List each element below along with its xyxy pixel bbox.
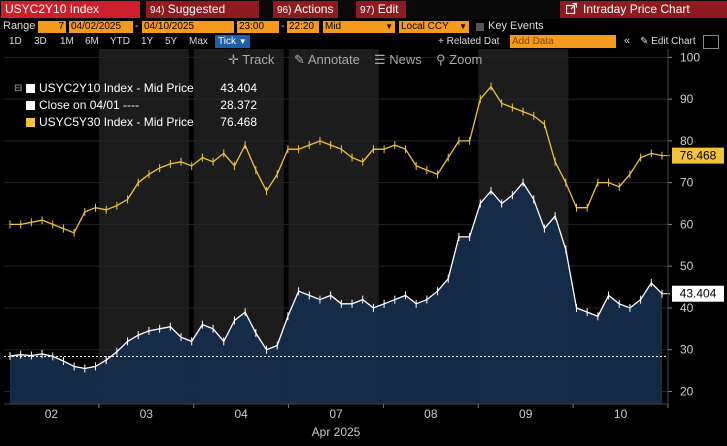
- x-tick-label: 02: [45, 407, 59, 421]
- end-date-field[interactable]: 04/10/2025: [142, 21, 234, 33]
- legend-series-name: Close on 04/01 ----: [39, 98, 140, 112]
- chart-legend[interactable]: ⊟ USYC2Y10 Index - Mid Price 43.404 Clos…: [14, 80, 257, 131]
- last-value-label: 43.404: [680, 287, 717, 301]
- y-tick-label: 60: [680, 217, 694, 231]
- x-tick-label: 04: [234, 407, 248, 421]
- range-label: Range: [3, 20, 36, 32]
- crosshair-icon: ✛: [228, 52, 239, 67]
- legend-series-value: 43.404: [220, 81, 257, 95]
- magnifier-icon: ⚲: [436, 52, 446, 67]
- maximize-icon[interactable]: [703, 35, 719, 49]
- pencil-icon: ✎: [640, 36, 649, 47]
- legend-series-name: USYC5Y30 Index - Mid Price: [39, 115, 194, 129]
- y-tick-label: 80: [680, 134, 694, 148]
- related-data-button[interactable]: + Related Dat: [438, 35, 499, 48]
- edit-chart-label: Edit Chart: [651, 36, 696, 47]
- edit-chart-button[interactable]: ✎ Edit Chart: [640, 35, 696, 48]
- y-tick-label: 70: [680, 176, 694, 190]
- period-3d[interactable]: 3D: [34, 35, 47, 48]
- window-title: Intraday Price Chart: [583, 2, 690, 16]
- x-tick-label: 03: [140, 407, 154, 421]
- key-events-checkbox[interactable]: [476, 23, 484, 31]
- price-type-value: Mid: [325, 21, 342, 32]
- legend-swatch: [26, 84, 35, 93]
- date-separator: -: [135, 20, 139, 32]
- track-label: Track: [242, 52, 275, 67]
- period-5y[interactable]: 5Y: [165, 35, 177, 48]
- y-tick-label: 90: [680, 92, 694, 106]
- actions-label: Actions: [294, 2, 334, 16]
- y-tick-label: 30: [680, 343, 694, 357]
- actions-number: 96): [277, 5, 292, 16]
- period-6m[interactable]: 6M: [85, 35, 99, 48]
- start-time-field[interactable]: 23:00: [237, 21, 279, 33]
- external-link-icon: [565, 2, 578, 15]
- x-tick-label: 09: [519, 407, 533, 421]
- legend-item[interactable]: ⊟ USYC2Y10 Index - Mid Price 43.404: [14, 80, 257, 97]
- legend-handle-icon: ⊟: [14, 83, 23, 94]
- currency-select[interactable]: Local CCY ▼: [399, 21, 469, 33]
- legend-swatch: [26, 118, 35, 127]
- currency-value: Local CCY: [401, 21, 449, 32]
- legend-series-value: 28.372: [220, 98, 257, 112]
- intraday-price-chart-title[interactable]: Intraday Price Chart: [560, 1, 727, 18]
- legend-swatch: [26, 101, 35, 110]
- x-tick-label: 07: [329, 407, 343, 421]
- edit-label: Edit: [377, 2, 399, 16]
- actions-button[interactable]: 96) Actions: [273, 1, 338, 18]
- price-type-select[interactable]: Mid ▼: [323, 21, 395, 33]
- legend-series-value: 76.468: [220, 115, 257, 129]
- tick-select-value: Tick: [218, 36, 236, 47]
- annotate-label: Annotate: [307, 52, 360, 67]
- double-chevron-left-icon[interactable]: «: [624, 35, 630, 48]
- y-tick-label: 50: [680, 259, 694, 273]
- start-date-field[interactable]: 04/02/2025: [69, 21, 133, 33]
- last-value-label: 76.468: [680, 149, 717, 163]
- x-tick-label: 10: [614, 407, 628, 421]
- legend-series-name: USYC2Y10 Index - Mid Price: [39, 81, 194, 95]
- zoom-tool[interactable]: ⚲ Zoom: [436, 52, 482, 68]
- news-tool[interactable]: ☰ News: [374, 52, 422, 68]
- chevron-down-icon: ▼: [385, 22, 393, 31]
- suggested-charts-number: 94): [150, 5, 165, 16]
- track-tool[interactable]: ✛ Track: [228, 52, 274, 68]
- y-tick-label: 40: [680, 301, 694, 315]
- zoom-label: Zoom: [449, 52, 483, 67]
- y-tick-label: 20: [680, 384, 694, 398]
- period-1m[interactable]: 1M: [60, 35, 74, 48]
- range-count-field[interactable]: 7: [38, 21, 66, 33]
- chevron-down-icon: ▼: [238, 37, 247, 46]
- period-ytd[interactable]: YTD: [110, 35, 130, 48]
- pencil-icon: ✎: [294, 52, 305, 67]
- key-events-label: Key Events: [488, 20, 544, 32]
- ticker-field[interactable]: USYC2Y10 Index: [1, 1, 140, 18]
- news-label: News: [389, 52, 422, 67]
- x-tick-label: 08: [424, 407, 438, 421]
- news-icon: ☰: [374, 52, 386, 67]
- time-separator: -: [281, 20, 285, 32]
- add-data-input[interactable]: Add Data: [510, 35, 616, 48]
- edit-number: 97): [360, 5, 375, 16]
- y-tick-label: 100: [680, 50, 700, 64]
- x-axis-sublabel: Apr 2025: [312, 425, 361, 439]
- legend-item[interactable]: Close on 04/01 ---- 28.372: [14, 97, 257, 114]
- suggested-charts-button[interactable]: 94) Suggested Charts: [146, 1, 259, 34]
- edit-button[interactable]: 97) Edit: [356, 1, 406, 18]
- chevron-down-icon: ▼: [459, 22, 467, 31]
- period-1d[interactable]: 1D: [9, 35, 22, 48]
- annotate-tool[interactable]: ✎ Annotate: [294, 52, 360, 68]
- legend-item[interactable]: USYC5Y30 Index - Mid Price 76.468: [14, 114, 257, 131]
- period-max[interactable]: Max: [189, 35, 208, 48]
- tick-select[interactable]: Tick ▼: [215, 35, 250, 48]
- end-time-field[interactable]: 22:20: [287, 21, 319, 33]
- period-1y[interactable]: 1Y: [141, 35, 153, 48]
